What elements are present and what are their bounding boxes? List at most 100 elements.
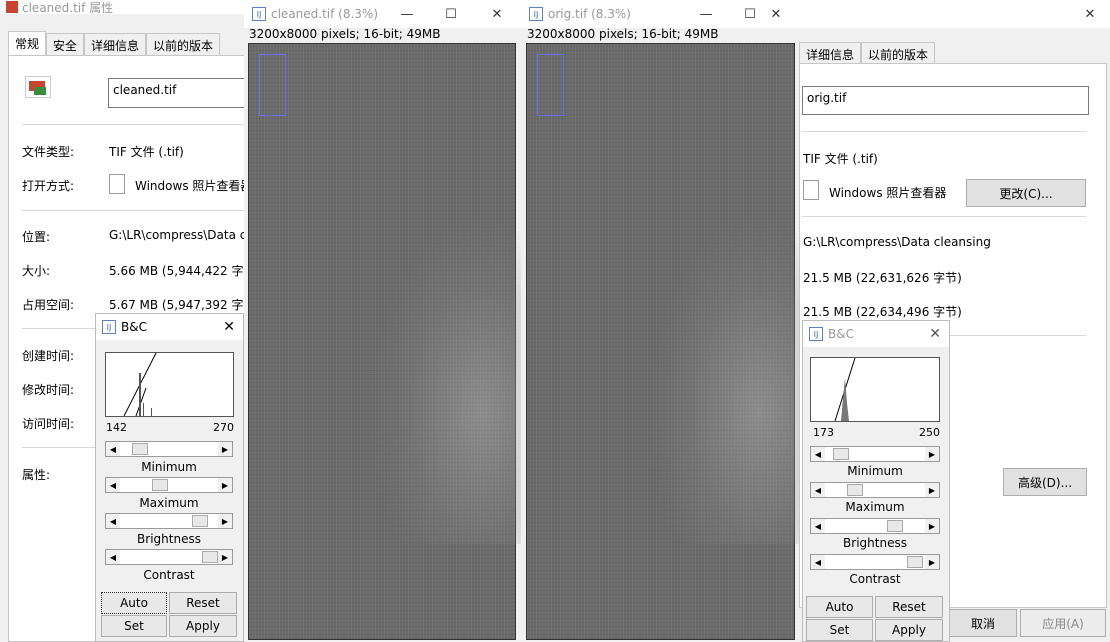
right-arrow-icon[interactable]: ▶ <box>925 555 939 569</box>
histogram-plot <box>123 352 157 417</box>
reset-button[interactable]: Reset <box>875 596 943 618</box>
cleaned-image-canvas[interactable] <box>248 43 529 640</box>
value-open-with: Windows 照片查看器 <box>829 186 947 200</box>
close-icon[interactable]: ✕ <box>474 0 520 28</box>
value-file-type: TIF 文件 (.tif) <box>109 145 184 159</box>
value-disk-size: 5.67 MB (5,947,392 字节 <box>109 298 244 312</box>
filename-field[interactable]: cleaned.tif <box>108 78 248 108</box>
imagej-icon: IJ <box>809 327 823 341</box>
left-arrow-icon[interactable]: ◀ <box>811 519 825 533</box>
left-arrow-icon[interactable]: ◀ <box>106 514 120 528</box>
file-type-icon <box>25 76 51 98</box>
slider-thumb[interactable] <box>833 448 849 460</box>
bc-title: B&C <box>828 327 854 341</box>
photo-viewer-icon <box>109 174 125 194</box>
maximum-slider[interactable]: ◀ ▶ <box>105 477 233 493</box>
right-arrow-icon[interactable]: ▶ <box>218 442 232 456</box>
slider-thumb[interactable] <box>152 479 168 491</box>
contrast-slider[interactable]: ◀ ▶ <box>105 549 233 565</box>
left-arrow-icon[interactable]: ◀ <box>106 478 120 492</box>
tab-details[interactable]: 详细信息 <box>799 42 862 64</box>
minimize-icon[interactable]: — <box>683 0 729 28</box>
cleaned-image-title: cleaned.tif (8.3%) <box>271 7 379 21</box>
close-icon[interactable]: ✕ <box>223 319 235 335</box>
apply-button[interactable]: Apply <box>169 615 237 637</box>
left-arrow-icon[interactable]: ◀ <box>811 483 825 497</box>
tab-details[interactable]: 详细信息 <box>84 33 147 55</box>
slider-thumb[interactable] <box>192 515 208 527</box>
minimum-slider[interactable]: ◀ ▶ <box>810 446 940 462</box>
photo-viewer-icon <box>803 180 819 200</box>
maximum-label: Maximum <box>845 500 905 514</box>
right-arrow-icon[interactable]: ▶ <box>218 550 232 564</box>
apply-button[interactable]: Apply <box>875 619 943 641</box>
auto-button[interactable]: Auto <box>101 592 167 614</box>
imagej-icon: IJ <box>252 7 266 21</box>
change-button[interactable]: 更改(C)... <box>966 179 1086 207</box>
left-arrow-icon[interactable]: ◀ <box>106 550 120 564</box>
right-arrow-icon[interactable]: ▶ <box>925 447 939 461</box>
slider-thumb[interactable] <box>907 556 923 568</box>
left-arrow-icon[interactable]: ◀ <box>811 555 825 569</box>
slider-thumb[interactable] <box>887 520 903 532</box>
file-icon <box>6 1 18 13</box>
cleaned-image-info: 3200x8000 pixels; 16-bit; 49MB <box>249 27 441 41</box>
cancel-button[interactable]: 取消 <box>949 609 1017 637</box>
right-arrow-icon[interactable]: ▶ <box>218 478 232 492</box>
orig-image-canvas[interactable] <box>526 43 807 640</box>
bc-titlebar: IJ B&C ✕ <box>803 321 949 347</box>
bc-window-2: IJ B&C ✕ 173 250 ◀ ▶ Minimum ◀ ▶ Maximum… <box>802 320 950 642</box>
brightness-slider[interactable]: ◀ ▶ <box>105 513 233 529</box>
roi-rectangle[interactable] <box>537 54 564 116</box>
right-arrow-icon[interactable]: ▶ <box>925 483 939 497</box>
tab-general[interactable]: 常规 <box>8 31 47 55</box>
minimize-icon[interactable]: — <box>384 0 430 28</box>
maximize-icon[interactable]: ☐ <box>428 0 474 28</box>
set-button[interactable]: Set <box>806 619 873 641</box>
close-icon[interactable]: ✕ <box>753 0 799 28</box>
label-created: 创建时间: <box>22 349 75 363</box>
left-arrow-icon[interactable]: ◀ <box>811 447 825 461</box>
right-arrow-icon[interactable]: ▶ <box>218 514 232 528</box>
contrast-slider[interactable]: ◀ ▶ <box>810 554 940 570</box>
filename-field[interactable]: orig.tif <box>802 86 1089 115</box>
close-icon[interactable]: ✕ <box>929 326 941 342</box>
tab-previous-versions[interactable]: 以前的版本 <box>146 33 221 55</box>
label-accessed: 访问时间: <box>22 417 75 431</box>
label-attributes: 属性: <box>22 468 51 482</box>
reset-button[interactable]: Reset <box>169 592 237 614</box>
tab-previous-versions[interactable]: 以前的版本 <box>861 42 936 64</box>
bc-window-1: IJ B&C ✕ 142 270 ◀ ▶ Minimum ◀ ▶ Maximum… <box>95 313 244 642</box>
apply-button[interactable]: 应用(A) <box>1020 609 1106 637</box>
roi-rectangle[interactable] <box>259 54 286 116</box>
left-arrow-icon[interactable]: ◀ <box>106 442 120 456</box>
tab-bar: 详细信息 以前的版本 <box>799 42 936 64</box>
minimum-label: Minimum <box>141 460 197 474</box>
orig-image-window: IJ orig.tif (8.3%) — ☐ ✕ 3200x8000 pixel… <box>521 0 807 642</box>
contrast-label: Contrast <box>849 572 901 586</box>
advanced-button[interactable]: 高级(D)... <box>1003 468 1087 496</box>
imagej-icon: IJ <box>529 7 543 21</box>
maximum-slider[interactable]: ◀ ▶ <box>810 482 940 498</box>
slider-thumb[interactable] <box>132 443 148 455</box>
set-button[interactable]: Set <box>101 615 167 637</box>
slider-thumb[interactable] <box>202 551 218 563</box>
right-arrow-icon[interactable]: ▶ <box>925 519 939 533</box>
slider-thumb[interactable] <box>847 484 863 496</box>
window-title: cleaned.tif 属性 <box>22 0 114 15</box>
label-modified: 修改时间: <box>22 383 75 397</box>
label-disk-size: 占用空间: <box>22 298 75 312</box>
value-size: 21.5 MB (22,631,626 字节) <box>803 271 962 285</box>
label-file-type: 文件类型: <box>22 145 75 159</box>
tab-security[interactable]: 安全 <box>46 33 85 55</box>
label-open-with: 打开方式: <box>22 179 75 193</box>
minimum-slider[interactable]: ◀ ▶ <box>105 441 233 457</box>
left-properties-titlebar: cleaned.tif 属性 <box>0 0 244 15</box>
value-file-type: TIF 文件 (.tif) <box>803 152 878 166</box>
close-icon[interactable]: ✕ <box>1075 0 1105 28</box>
histogram-plot <box>834 357 856 422</box>
value-location: G:\LR\compress\Data c <box>109 228 244 242</box>
auto-button[interactable]: Auto <box>806 596 873 618</box>
orig-image-title: orig.tif (8.3%) <box>548 7 631 21</box>
brightness-slider[interactable]: ◀ ▶ <box>810 518 940 534</box>
